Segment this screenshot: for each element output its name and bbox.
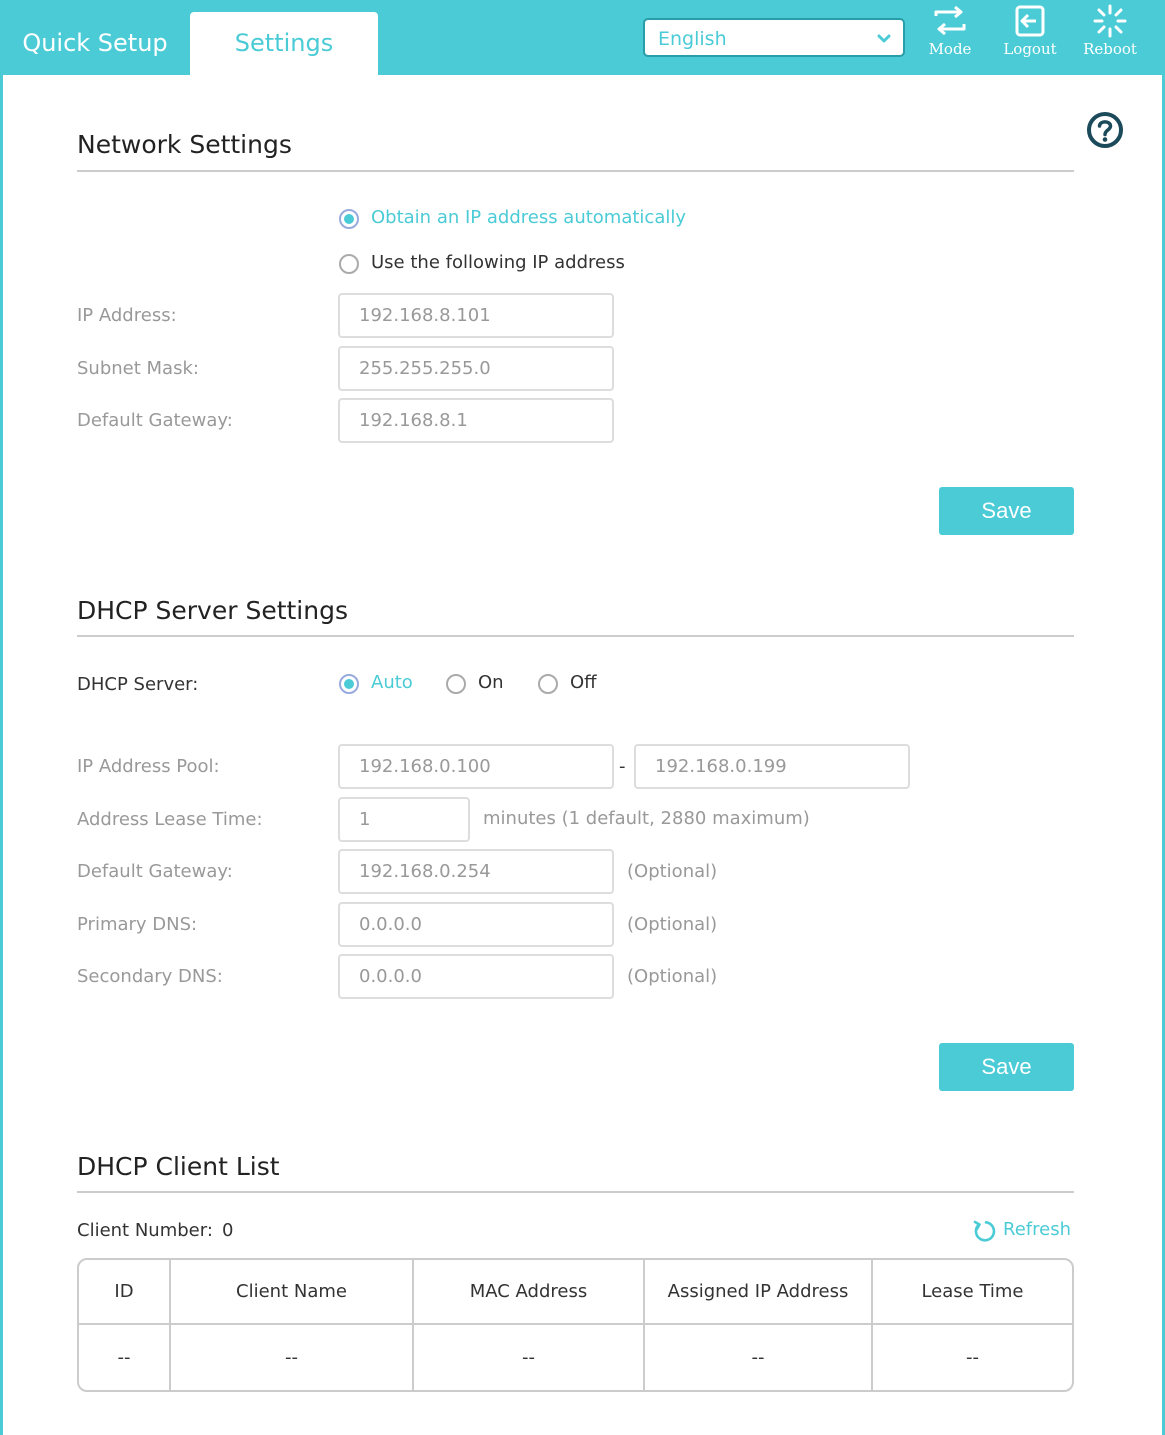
table-cell-lease-time: --	[966, 1347, 979, 1368]
lease-time-hint: minutes (1 default, 2880 maximum)	[483, 808, 810, 829]
network-divider	[77, 170, 1074, 172]
table-cell-client-name: --	[171, 1325, 414, 1390]
logout-button[interactable]: Logout	[994, 4, 1066, 64]
radio-use-following[interactable]	[339, 254, 359, 274]
radio-use-following-label[interactable]: Use the following IP address	[371, 252, 625, 273]
dhcp-settings-title: DHCP Server Settings	[77, 596, 348, 625]
mode-button[interactable]: Mode	[914, 4, 986, 64]
default-gateway-field[interactable]: 192.168.8.1	[338, 398, 614, 443]
secondary-dns-field[interactable]: 0.0.0.0	[338, 954, 614, 999]
radio-obtain-auto[interactable]	[339, 209, 359, 229]
column-header-id: ID	[79, 1260, 171, 1325]
reboot-icon	[1093, 4, 1127, 38]
table-cell-id: --	[79, 1325, 171, 1390]
dhcp-divider	[77, 635, 1074, 637]
client-number-label: Client Number:	[77, 1220, 213, 1241]
primary-dns-optional: (Optional)	[627, 914, 718, 935]
ip-address-label: IP Address:	[77, 305, 177, 326]
primary-dns-field[interactable]: 0.0.0.0	[338, 902, 614, 947]
network-save-button[interactable]: Save	[939, 487, 1074, 535]
tab-settings[interactable]: Settings	[190, 12, 378, 75]
table-cell-mac-address: --	[414, 1325, 645, 1390]
radio-dhcp-auto-label[interactable]: Auto	[371, 672, 413, 693]
table-header-row: ID Client Name MAC Address Assigned IP A…	[79, 1260, 1072, 1325]
default-gateway-label: Default Gateway:	[77, 410, 233, 431]
dhcp-gateway-optional: (Optional)	[627, 861, 718, 882]
chevron-down-icon	[877, 34, 891, 43]
top-bar: Quick Setup Settings English Mode Logout	[0, 0, 1165, 75]
dhcp-gateway-label: Default Gateway:	[77, 861, 233, 882]
radio-dhcp-on[interactable]	[446, 674, 466, 694]
ip-pool-end-field[interactable]: 192.168.0.199	[634, 744, 910, 789]
subnet-mask-label: Subnet Mask:	[77, 358, 199, 379]
network-settings-title: Network Settings	[77, 130, 292, 159]
primary-dns-label: Primary DNS:	[77, 914, 198, 935]
refresh-icon	[973, 1220, 996, 1242]
column-header-lease-time: Lease Time	[873, 1260, 1072, 1325]
reboot-label: Reboot	[1083, 40, 1137, 58]
lease-time-label: Address Lease Time:	[77, 809, 263, 830]
tab-quick-setup[interactable]: Quick Setup	[0, 12, 190, 75]
help-icon[interactable]	[1086, 111, 1124, 149]
lease-time-field[interactable]: 1	[338, 797, 470, 842]
dhcp-server-label: DHCP Server:	[77, 674, 199, 695]
radio-dhcp-auto[interactable]	[339, 674, 359, 694]
logout-label: Logout	[1003, 40, 1057, 58]
radio-dhcp-off[interactable]	[538, 674, 558, 694]
table-row: -- -- -- -- --	[79, 1325, 1072, 1390]
refresh-label: Refresh	[1003, 1219, 1071, 1240]
column-header-client-name: Client Name	[171, 1260, 414, 1325]
mode-label: Mode	[928, 40, 972, 58]
ip-pool-start-field[interactable]: 192.168.0.100	[338, 744, 614, 789]
client-list-divider	[77, 1191, 1074, 1193]
client-table: ID Client Name MAC Address Assigned IP A…	[77, 1258, 1074, 1392]
dhcp-save-button[interactable]: Save	[939, 1043, 1074, 1091]
swap-icon	[934, 5, 966, 36]
radio-dhcp-off-label[interactable]: Off	[570, 672, 597, 693]
reboot-button[interactable]: Reboot	[1074, 4, 1146, 64]
table-cell-assigned-ip: --	[645, 1325, 873, 1390]
logout-icon	[1015, 5, 1045, 37]
ip-pool-separator: -	[619, 756, 626, 777]
secondary-dns-label: Secondary DNS:	[77, 966, 223, 987]
ip-address-field[interactable]: 192.168.8.101	[338, 293, 614, 338]
language-select[interactable]: English	[643, 18, 905, 57]
client-number-value: 0	[222, 1220, 234, 1241]
dhcp-gateway-field[interactable]: 192.168.0.254	[338, 849, 614, 894]
radio-obtain-auto-label[interactable]: Obtain an IP address automatically	[371, 207, 686, 228]
secondary-dns-optional: (Optional)	[627, 966, 718, 987]
subnet-mask-field[interactable]: 255.255.255.0	[338, 346, 614, 391]
client-list-title: DHCP Client List	[77, 1152, 280, 1181]
column-header-assigned-ip: Assigned IP Address	[645, 1260, 873, 1325]
radio-dhcp-on-label[interactable]: On	[478, 672, 504, 693]
ip-pool-label: IP Address Pool:	[77, 756, 220, 777]
column-header-mac-address: MAC Address	[414, 1260, 645, 1325]
language-select-value: English	[658, 28, 727, 50]
